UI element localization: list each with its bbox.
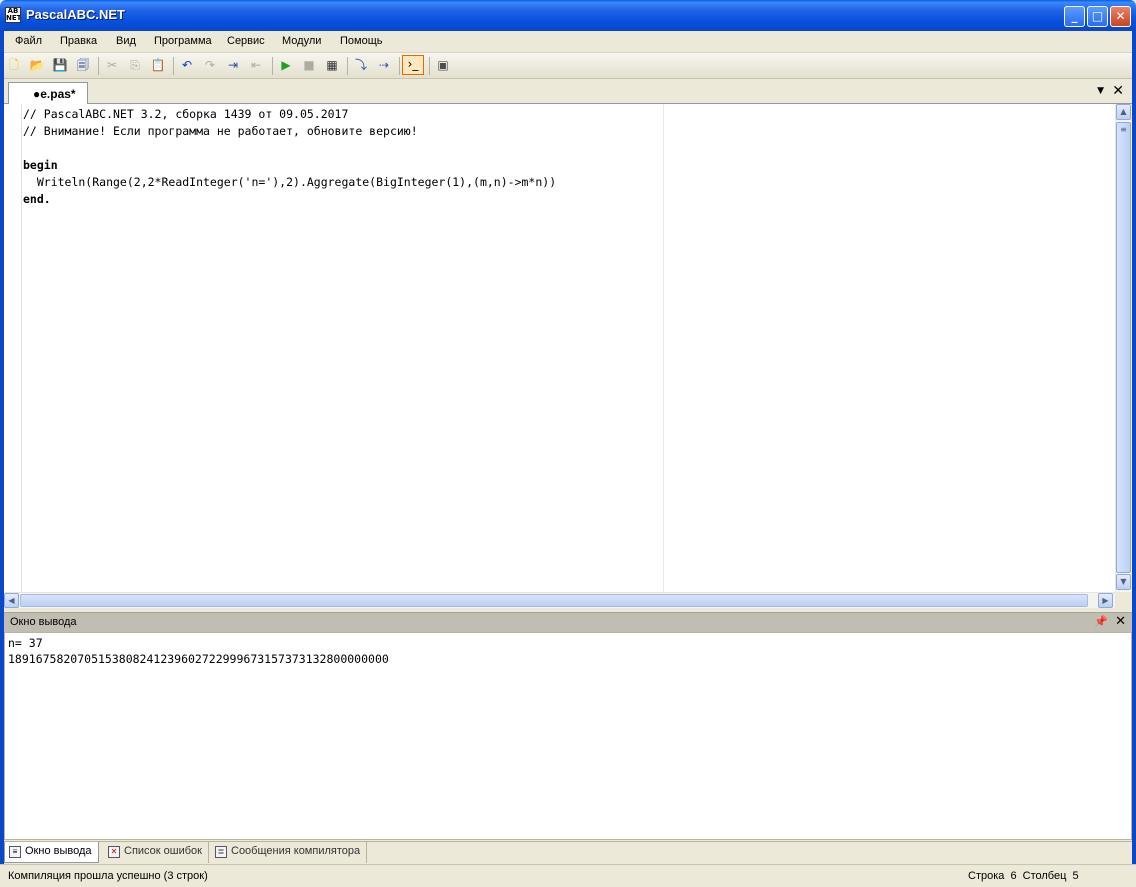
pascalabc-app-icon[interactable]: AB NET bbox=[5, 7, 21, 23]
bottom-panel-tabs: ≡ Окно вывода ✕ Список ошибок ≣ Сообщени… bbox=[4, 841, 1132, 863]
tab-list-dropdown-icon[interactable]: ▼ bbox=[1097, 86, 1104, 96]
scroll-down-icon[interactable]: ▼ bbox=[1116, 574, 1131, 590]
minimize-button[interactable]: _ bbox=[1064, 6, 1085, 27]
indent-icon[interactable]: ⇥ bbox=[225, 57, 241, 73]
compiler-messages-icon: ≣ bbox=[215, 846, 227, 858]
close-window-button[interactable]: ✕ bbox=[1110, 6, 1131, 27]
toolbar-separator bbox=[399, 57, 400, 75]
form-icon[interactable]: ▣ bbox=[435, 57, 451, 73]
code-area[interactable]: // PascalABC.NET 3.2, сборка 1439 от 09.… bbox=[23, 106, 556, 208]
scroll-thumb[interactable]: ≡ bbox=[1116, 122, 1131, 573]
column-label: Столбец bbox=[1022, 870, 1067, 882]
title-bar: AB NET PascalABC.NET _ □ ✕ bbox=[0, 0, 1136, 31]
toolbar-separator bbox=[173, 57, 174, 75]
line-number: 6 bbox=[1010, 870, 1017, 882]
scroll-right-icon[interactable]: ▶ bbox=[1098, 593, 1113, 608]
output-window-icon: ≡ bbox=[9, 846, 21, 858]
unindent-icon[interactable]: ⇤ bbox=[248, 57, 264, 73]
status-bar: Компиляция прошла успешно (3 строк) Стро… bbox=[0, 864, 1136, 887]
column-number: 5 bbox=[1072, 870, 1079, 882]
code-line: begin bbox=[23, 158, 58, 172]
editor-gutter bbox=[8, 104, 22, 592]
console-output-icon[interactable]: ›_ bbox=[402, 55, 424, 75]
run-icon[interactable]: ▶ bbox=[278, 57, 294, 73]
error-list-icon: ✕ bbox=[108, 846, 120, 858]
menu-modules[interactable]: Модули bbox=[282, 35, 321, 47]
stop-icon[interactable]: ■ bbox=[301, 57, 317, 73]
maximize-button[interactable]: □ bbox=[1087, 6, 1108, 27]
document-tab-strip: ●e.pas* ▼ ✕ bbox=[4, 80, 1132, 104]
toolbar-separator bbox=[429, 57, 430, 75]
debug-icon[interactable]: ⤵ bbox=[353, 57, 369, 73]
output-panel-header: Окно вывода 📌 ✕ bbox=[4, 612, 1132, 632]
h-scroll-thumb[interactable] bbox=[20, 594, 1088, 607]
toolbar: 🗋 📂 💾 🗐 ✂ ⎘ 📋 ↶ ↷ ⇥ ⇤ ▶ ■ ▦ ⤵ ⇢ ›_ ▣ bbox=[4, 53, 1132, 79]
window-title: PascalABC.NET bbox=[26, 7, 125, 22]
window-frame-right bbox=[1132, 31, 1136, 864]
save-all-icon[interactable]: 🗐 bbox=[75, 57, 91, 73]
paste-icon[interactable]: 📋 bbox=[150, 57, 166, 73]
redo-icon[interactable]: ↷ bbox=[202, 57, 218, 73]
menu-program[interactable]: Программа bbox=[154, 35, 212, 47]
tab-label: Список ошибок bbox=[124, 845, 202, 857]
tab-label: Окно вывода bbox=[25, 845, 92, 857]
output-line: 1891675820705153808241239602722999673157… bbox=[8, 652, 389, 666]
menu-edit[interactable]: Правка bbox=[60, 35, 97, 47]
editor-horizontal-scrollbar[interactable]: ◀ ▶ bbox=[4, 592, 1115, 608]
output-panel-title: Окно вывода bbox=[10, 616, 77, 628]
cursor-position: Строка 6 Столбец 5 bbox=[968, 870, 1079, 882]
tab-output-window[interactable]: ≡ Окно вывода bbox=[4, 842, 99, 863]
code-line: end. bbox=[23, 192, 51, 206]
menu-file[interactable]: Файл bbox=[15, 35, 42, 47]
toolbar-separator bbox=[347, 57, 348, 75]
code-line: Writeln(Range(2,2*ReadInteger('n='),2).A… bbox=[23, 175, 557, 189]
close-panel-icon[interactable]: ✕ bbox=[1115, 614, 1126, 629]
save-icon[interactable]: 💾 bbox=[52, 57, 68, 73]
pin-icon[interactable]: 📌 bbox=[1094, 615, 1108, 628]
output-line: n= 37 bbox=[8, 636, 43, 650]
code-line: // Внимание! Если программа не работает,… bbox=[23, 124, 418, 138]
close-tab-icon[interactable]: ✕ bbox=[1112, 83, 1124, 99]
scroll-left-icon[interactable]: ◀ bbox=[4, 593, 19, 608]
copy-icon[interactable]: ⎘ bbox=[127, 57, 143, 73]
tab-error-list[interactable]: ✕ Список ошибок bbox=[104, 842, 209, 863]
code-line: // PascalABC.NET 3.2, сборка 1439 от 09.… bbox=[23, 107, 349, 121]
open-icon[interactable]: 📂 bbox=[29, 57, 45, 73]
scroll-up-icon[interactable]: ▲ bbox=[1116, 104, 1131, 120]
menu-service[interactable]: Сервис bbox=[227, 35, 265, 47]
line-label: Строка bbox=[968, 870, 1005, 882]
code-editor[interactable]: // PascalABC.NET 3.2, сборка 1439 от 09.… bbox=[4, 104, 1132, 592]
menu-view[interactable]: Вид bbox=[116, 35, 136, 47]
tab-label: Сообщения компилятора bbox=[231, 845, 361, 857]
toolbar-separator bbox=[98, 57, 99, 75]
status-message: Компиляция прошла успешно (3 строк) bbox=[8, 870, 208, 882]
undo-icon[interactable]: ↶ bbox=[179, 57, 195, 73]
cut-icon[interactable]: ✂ bbox=[104, 57, 120, 73]
toolbar-separator bbox=[272, 57, 273, 75]
new-file-icon[interactable]: 🗋 bbox=[6, 57, 22, 73]
tab-e-pas[interactable]: ●e.pas* bbox=[8, 82, 88, 104]
step-icon[interactable]: ⇢ bbox=[376, 57, 392, 73]
menu-bar: Файл Правка Вид Программа Сервис Модули … bbox=[4, 31, 1132, 53]
compile-icon[interactable]: ▦ bbox=[324, 57, 340, 73]
menu-help[interactable]: Помощь bbox=[340, 35, 383, 47]
editor-vertical-scrollbar[interactable]: ▲ ≡ ▼ bbox=[1115, 104, 1132, 592]
right-margin-line bbox=[663, 104, 664, 592]
output-window[interactable]: n= 37 1891675820705153808241239602722999… bbox=[4, 632, 1132, 840]
tab-compiler-messages[interactable]: ≣ Сообщения компилятора bbox=[211, 842, 368, 863]
